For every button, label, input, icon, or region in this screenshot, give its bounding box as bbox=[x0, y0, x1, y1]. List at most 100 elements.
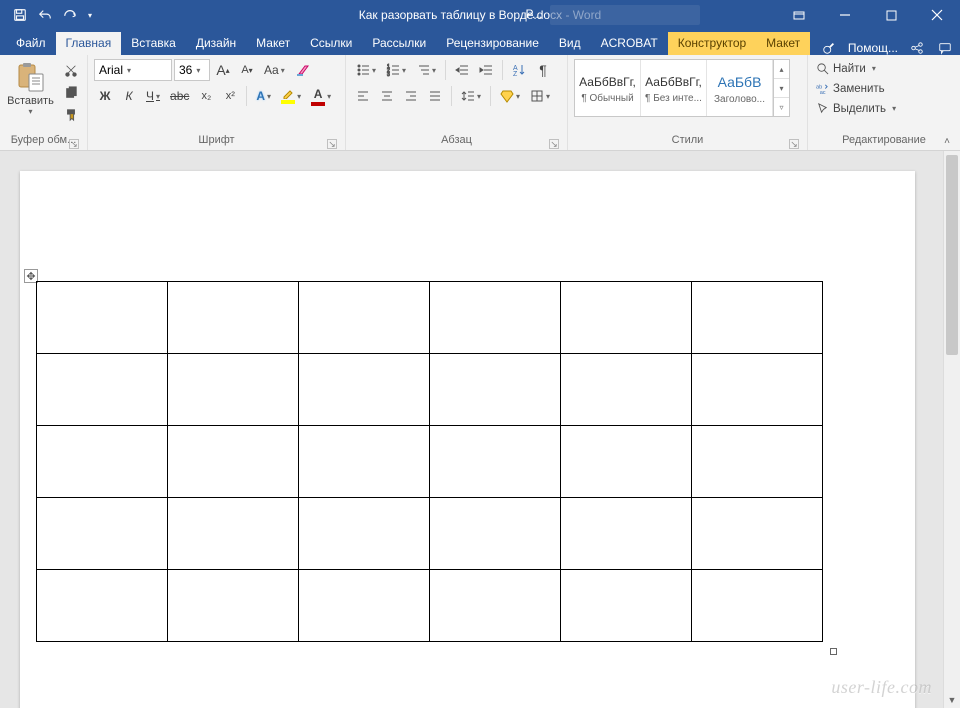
change-case-button[interactable]: Aa▾ bbox=[260, 59, 289, 81]
align-left-button[interactable] bbox=[352, 85, 374, 107]
page[interactable]: ✥ bbox=[20, 171, 915, 708]
borders-button[interactable]: ▾ bbox=[526, 85, 554, 107]
bold-button[interactable]: Ж bbox=[94, 85, 116, 107]
style-normal[interactable]: АаБбВвГг,¶ Обычный bbox=[575, 60, 641, 116]
paragraph-launcher[interactable]: ↘ bbox=[549, 139, 559, 149]
comments-icon[interactable] bbox=[936, 41, 954, 55]
tab-home[interactable]: Главная bbox=[56, 32, 122, 55]
sort-button[interactable]: AZ bbox=[508, 59, 530, 81]
styles-gallery[interactable]: АаБбВвГг,¶ Обычный АаБбВвГг,¶ Без инте..… bbox=[574, 59, 790, 117]
minimize-button[interactable] bbox=[822, 0, 868, 30]
tell-me-label[interactable]: Помощ... bbox=[848, 41, 898, 55]
line-spacing-button[interactable]: ▾ bbox=[457, 85, 485, 107]
numbering-button[interactable]: 123▾ bbox=[382, 59, 410, 81]
bullets-button[interactable]: ▾ bbox=[352, 59, 380, 81]
table-cell[interactable] bbox=[561, 426, 692, 498]
paste-button[interactable]: Вставить ▾ bbox=[6, 59, 55, 129]
replace-button[interactable]: abacЗаменить bbox=[814, 79, 898, 98]
scroll-down-button[interactable]: ▼ bbox=[944, 691, 960, 708]
cut-button[interactable] bbox=[61, 61, 81, 81]
format-painter-button[interactable] bbox=[61, 105, 81, 125]
table-cell[interactable] bbox=[692, 354, 823, 426]
superscript-button[interactable]: x² bbox=[219, 85, 241, 107]
justify-button[interactable] bbox=[424, 85, 446, 107]
table-cell[interactable] bbox=[430, 426, 561, 498]
tab-review[interactable]: Рецензирование bbox=[436, 32, 549, 55]
tab-references[interactable]: Ссылки bbox=[300, 32, 362, 55]
tab-acrobat[interactable]: ACROBAT bbox=[591, 32, 668, 55]
table-resize-handle[interactable] bbox=[830, 648, 837, 655]
close-button[interactable] bbox=[914, 0, 960, 30]
font-size-combo[interactable]: 36▾ bbox=[174, 59, 210, 81]
table-cell[interactable] bbox=[168, 570, 299, 642]
document-table[interactable] bbox=[36, 281, 823, 642]
increase-indent-button[interactable] bbox=[475, 59, 497, 81]
table-cell[interactable] bbox=[430, 570, 561, 642]
table-cell[interactable] bbox=[168, 498, 299, 570]
strikethrough-button[interactable]: abc bbox=[166, 85, 193, 107]
table-cell[interactable] bbox=[168, 354, 299, 426]
redo-button[interactable] bbox=[58, 3, 82, 27]
table-cell[interactable] bbox=[692, 282, 823, 354]
table-cell[interactable] bbox=[692, 426, 823, 498]
clipboard-launcher[interactable]: ↘ bbox=[69, 139, 79, 149]
multilevel-button[interactable]: ▾ bbox=[412, 59, 440, 81]
table-cell[interactable] bbox=[299, 498, 430, 570]
tab-layout[interactable]: Макет bbox=[246, 32, 300, 55]
paste-dropdown[interactable]: ▾ bbox=[28, 107, 32, 116]
tab-file[interactable]: Файл bbox=[6, 32, 56, 55]
save-button[interactable] bbox=[8, 3, 32, 27]
undo-button[interactable] bbox=[33, 3, 57, 27]
align-center-button[interactable] bbox=[376, 85, 398, 107]
table-cell[interactable] bbox=[430, 282, 561, 354]
shading-button[interactable]: ▾ bbox=[496, 85, 524, 107]
decrease-font-button[interactable]: A▾ bbox=[236, 59, 258, 81]
tab-design[interactable]: Дизайн bbox=[186, 32, 246, 55]
tab-insert[interactable]: Вставка bbox=[121, 32, 186, 55]
font-launcher[interactable]: ↘ bbox=[327, 139, 337, 149]
tell-me-icon[interactable] bbox=[820, 41, 838, 55]
qat-customize-button[interactable]: ▾ bbox=[83, 3, 97, 27]
table-cell[interactable] bbox=[37, 282, 168, 354]
table-cell[interactable] bbox=[37, 570, 168, 642]
table-cell[interactable] bbox=[37, 498, 168, 570]
table-cell[interactable] bbox=[299, 282, 430, 354]
subscript-button[interactable]: x₂ bbox=[195, 85, 217, 107]
table-cell[interactable] bbox=[692, 498, 823, 570]
table-cell[interactable] bbox=[561, 570, 692, 642]
table-cell[interactable] bbox=[430, 498, 561, 570]
highlight-button[interactable]: ▾ bbox=[277, 85, 305, 107]
tab-table-design[interactable]: Конструктор bbox=[668, 32, 756, 55]
styles-gallery-scroll[interactable]: ▴▾▿ bbox=[773, 60, 789, 116]
table-cell[interactable] bbox=[168, 426, 299, 498]
table-cell[interactable] bbox=[692, 570, 823, 642]
table-cell[interactable] bbox=[37, 354, 168, 426]
style-heading1[interactable]: АаБбВЗаголово... bbox=[707, 60, 773, 116]
select-button[interactable]: Выделить▾ bbox=[814, 99, 898, 118]
tab-table-layout[interactable]: Макет bbox=[756, 32, 810, 55]
tab-view[interactable]: Вид bbox=[549, 32, 591, 55]
styles-launcher[interactable]: ↘ bbox=[789, 139, 799, 149]
align-right-button[interactable] bbox=[400, 85, 422, 107]
font-color-button[interactable]: A▾ bbox=[307, 85, 335, 107]
increase-font-button[interactable]: A▴ bbox=[212, 59, 234, 81]
account-name[interactable]: P... bbox=[526, 7, 542, 21]
table-cell[interactable] bbox=[561, 498, 692, 570]
text-effects-button[interactable]: A▾ bbox=[252, 85, 275, 107]
table-cell[interactable] bbox=[299, 354, 430, 426]
table-cell[interactable] bbox=[430, 354, 561, 426]
table-cell[interactable] bbox=[37, 426, 168, 498]
clear-formatting-button[interactable] bbox=[291, 59, 315, 81]
tab-mailings[interactable]: Рассылки bbox=[362, 32, 436, 55]
copy-button[interactable] bbox=[61, 83, 81, 103]
style-no-spacing[interactable]: АаБбВвГг,¶ Без инте... bbox=[641, 60, 707, 116]
italic-button[interactable]: К bbox=[118, 85, 140, 107]
scroll-thumb[interactable] bbox=[946, 155, 958, 355]
font-name-combo[interactable]: Arial▾ bbox=[94, 59, 172, 81]
account-area[interactable] bbox=[550, 3, 700, 27]
find-button[interactable]: Найти▾ bbox=[814, 59, 898, 78]
show-marks-button[interactable]: ¶ bbox=[532, 59, 554, 81]
table-cell[interactable] bbox=[561, 282, 692, 354]
maximize-button[interactable] bbox=[868, 0, 914, 30]
decrease-indent-button[interactable] bbox=[451, 59, 473, 81]
